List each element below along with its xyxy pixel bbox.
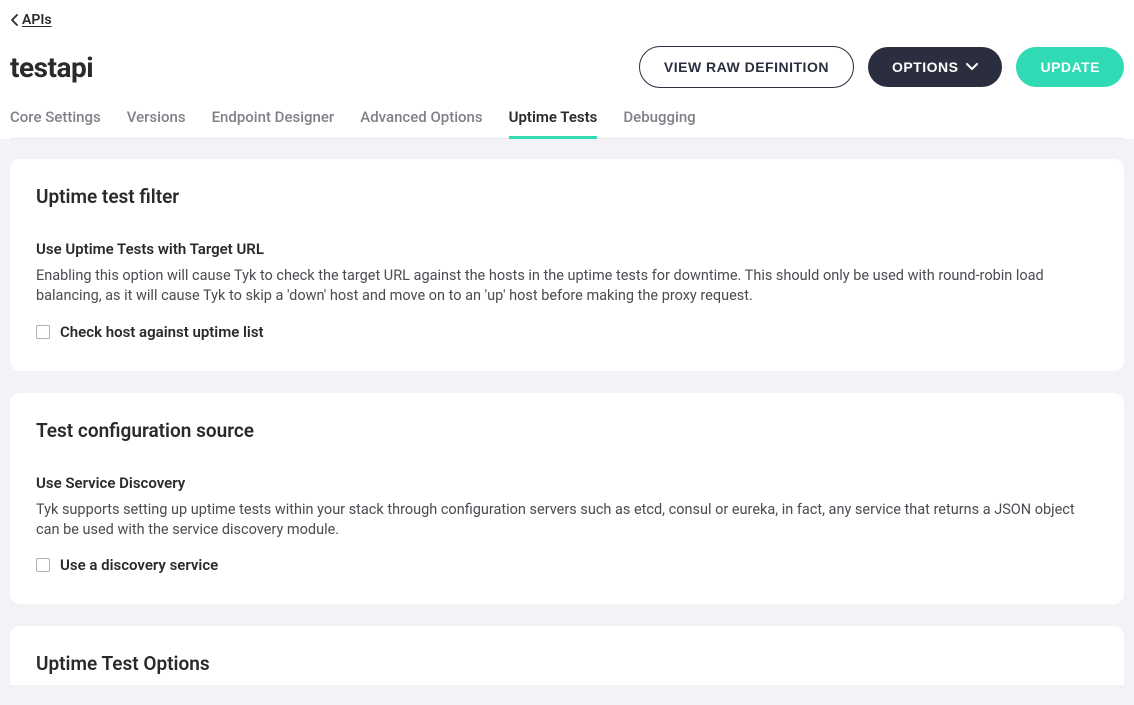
test-configuration-source-card: Test configuration source Use Service Di… bbox=[10, 393, 1124, 605]
tab-debugging[interactable]: Debugging bbox=[623, 100, 695, 138]
use-service-discovery-description: Tyk supports setting up uptime tests wit… bbox=[36, 500, 1098, 541]
header-actions: VIEW RAW DEFINITION OPTIONS UPDATE bbox=[639, 46, 1124, 88]
header-row: testapi VIEW RAW DEFINITION OPTIONS UPDA… bbox=[10, 46, 1124, 88]
uptime-test-options-title: Uptime Test Options bbox=[36, 652, 1098, 675]
options-button-label: OPTIONS bbox=[892, 59, 959, 75]
tab-versions[interactable]: Versions bbox=[127, 100, 186, 138]
check-host-checkbox-label: Check host against uptime list bbox=[60, 323, 264, 341]
use-uptime-tests-label: Use Uptime Tests with Target URL bbox=[36, 240, 1098, 258]
tab-core-settings[interactable]: Core Settings bbox=[10, 100, 101, 138]
top-bar: APIs testapi VIEW RAW DEFINITION OPTIONS… bbox=[0, 0, 1134, 139]
app-name: testapi bbox=[10, 51, 93, 84]
options-button[interactable]: OPTIONS bbox=[868, 47, 1003, 87]
tab-endpoint-designer[interactable]: Endpoint Designer bbox=[212, 100, 335, 138]
breadcrumb-label: APIs bbox=[22, 12, 52, 28]
chevron-down-icon bbox=[966, 63, 978, 71]
tab-uptime-tests[interactable]: Uptime Tests bbox=[509, 100, 598, 138]
main-content: Uptime test filter Use Uptime Tests with… bbox=[0, 139, 1134, 705]
uptime-filter-title: Uptime test filter bbox=[36, 185, 1098, 208]
use-discovery-service-checkbox-label: Use a discovery service bbox=[60, 556, 218, 574]
use-uptime-tests-description: Enabling this option will cause Tyk to c… bbox=[36, 266, 1098, 307]
use-discovery-service-checkbox[interactable] bbox=[36, 558, 50, 572]
uptime-test-filter-card: Uptime test filter Use Uptime Tests with… bbox=[10, 159, 1124, 371]
use-service-discovery-label: Use Service Discovery bbox=[36, 474, 1098, 492]
tabs: Core Settings Versions Endpoint Designer… bbox=[10, 100, 1124, 139]
check-host-checkbox-row[interactable]: Check host against uptime list bbox=[36, 323, 1098, 341]
update-button[interactable]: UPDATE bbox=[1016, 47, 1124, 87]
use-discovery-service-checkbox-row[interactable]: Use a discovery service bbox=[36, 556, 1098, 574]
uptime-test-options-card: Uptime Test Options bbox=[10, 626, 1124, 685]
check-host-checkbox[interactable] bbox=[36, 325, 50, 339]
view-raw-definition-button[interactable]: VIEW RAW DEFINITION bbox=[639, 46, 854, 88]
breadcrumb-apis[interactable]: APIs bbox=[10, 12, 52, 28]
chevron-left-icon bbox=[10, 14, 20, 26]
test-config-source-title: Test configuration source bbox=[36, 419, 1098, 442]
tab-advanced-options[interactable]: Advanced Options bbox=[360, 100, 482, 138]
